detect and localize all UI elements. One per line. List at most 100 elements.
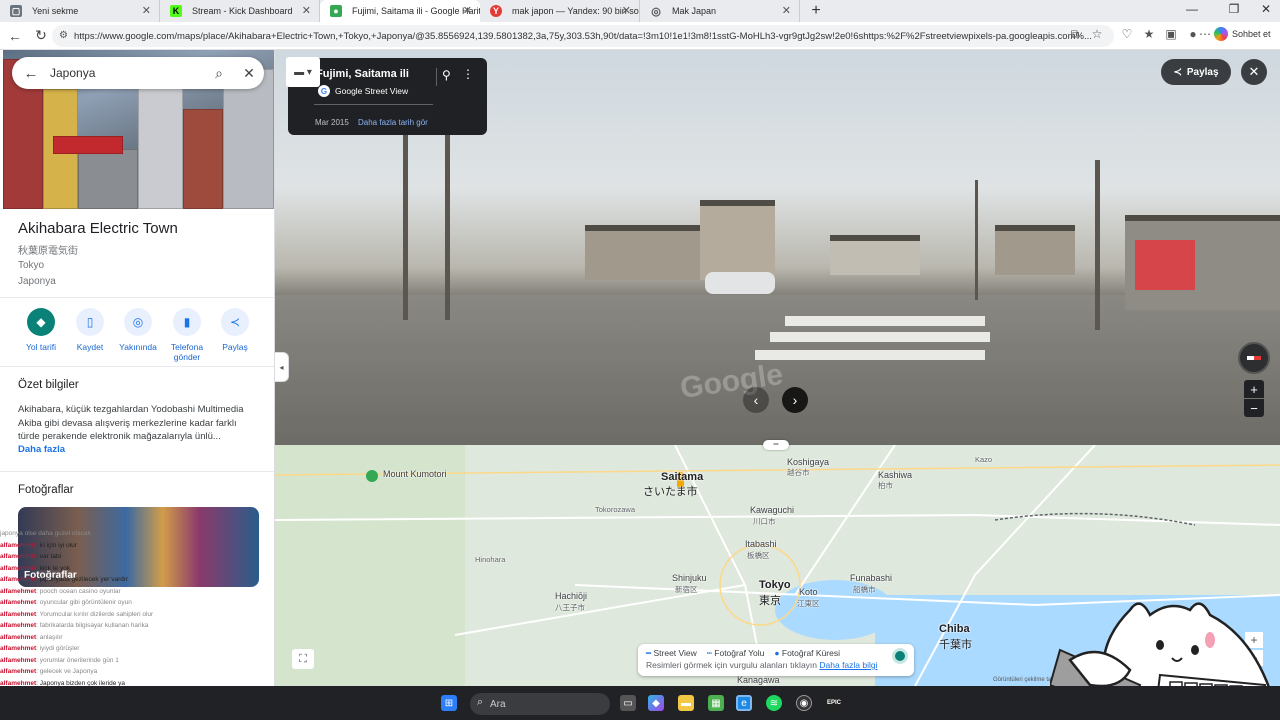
photo-sign <box>53 136 123 154</box>
chat-text: : fabrikalarda bilgisayar kullanan harik… <box>36 622 149 629</box>
task-view-icon[interactable]: ▭ <box>620 695 636 711</box>
sv-brand-label: Google Street View <box>335 86 409 96</box>
browser-essentials-icon[interactable]: ♡ <box>1118 27 1136 41</box>
map-label-itabashi[interactable]: Itabashi <box>745 539 777 549</box>
more-menu-icon[interactable]: ⋯ <box>1196 27 1214 41</box>
map-label-saitama[interactable]: Saitama <box>661 471 703 483</box>
collections-icon[interactable]: ▣ <box>1162 27 1180 41</box>
close-tab-icon[interactable]: ✕ <box>463 4 472 17</box>
tab-label: Yeni sekme <box>32 6 79 16</box>
sv-building <box>995 225 1075 275</box>
share-place-button[interactable]: ≺ Paylaş <box>210 308 260 352</box>
obs-icon[interactable]: ◉ <box>796 695 812 711</box>
copilot-icon <box>1214 27 1228 41</box>
next-arrow-icon[interactable]: › <box>782 387 808 413</box>
compass-icon[interactable] <box>1238 342 1270 374</box>
map-label-kashiwa[interactable]: Kashiwa <box>878 470 912 480</box>
resize-handle[interactable]: ═ <box>763 440 789 450</box>
tab-yandex[interactable]: Y mak japon — Yandex: 90 bin sonuç ✕ <box>480 0 640 22</box>
previous-arrow-icon[interactable]: ‹ <box>743 387 769 413</box>
mountain-poi-icon[interactable] <box>366 470 378 482</box>
share-button[interactable]: ≺ Paylaş <box>1161 59 1231 85</box>
map-label-hinohara[interactable]: Hinohara <box>475 555 505 564</box>
legend-more-info-link[interactable]: Daha fazla bilgi <box>819 660 877 670</box>
sv-more-dates-link[interactable]: Daha fazla tarih gör <box>358 118 428 127</box>
sv-crosswalk <box>755 350 985 360</box>
road <box>454 584 746 636</box>
file-explorer-icon[interactable]: ▬ <box>678 695 694 711</box>
search-input[interactable]: Japonya <box>50 66 204 80</box>
chat-text: japonya olse daha guzel olacak <box>0 530 91 537</box>
search-icon[interactable]: ⌕ <box>204 65 234 82</box>
photo-building <box>78 149 138 209</box>
map-label-chiba[interactable]: Chiba <box>939 623 970 635</box>
edge-icon[interactable]: e <box>736 695 752 711</box>
street-view-layer-toggle[interactable] <box>892 648 908 664</box>
expand-map-icon[interactable]: ⛶ <box>292 649 314 669</box>
tokyo-bay <box>775 580 895 640</box>
windows-start-icon[interactable]: ⊞ <box>441 695 457 711</box>
zoom-in-icon[interactable]: + <box>1244 380 1264 398</box>
sv-sign <box>1135 240 1195 290</box>
map-label-koshigaya[interactable]: Koshigaya <box>787 457 829 467</box>
minimize-icon[interactable]: — <box>1180 2 1204 16</box>
back-arrow-icon[interactable]: ← <box>12 65 50 82</box>
copilot-button[interactable]: Sohbet et <box>1214 27 1271 41</box>
more-options-icon[interactable]: ⋮ <box>462 67 474 81</box>
spotify-icon[interactable]: ≋ <box>766 695 782 711</box>
back-icon[interactable]: ← <box>4 28 26 44</box>
map-label-kazo[interactable]: Kazo <box>975 455 992 464</box>
tab-new-tab[interactable]: ▢ Yeni sekme ✕ <box>0 0 160 22</box>
map-label-tokorozawa[interactable]: Tokorozawa <box>595 505 635 514</box>
send-to-phone-button[interactable]: ▮ Telefona gönder <box>162 308 212 362</box>
close-tab-icon[interactable]: ✕ <box>302 4 311 17</box>
map-label-kawaguchi[interactable]: Kawaguchi <box>750 505 794 515</box>
taskbar-search[interactable]: ⌕ Ara <box>470 693 610 715</box>
sv-pole <box>445 120 450 320</box>
close-tab-icon[interactable]: ✕ <box>622 4 631 17</box>
map-label-tokyo[interactable]: Tokyo <box>759 579 791 591</box>
divider <box>0 471 274 472</box>
site-info-icon[interactable]: ⚙ <box>59 30 68 41</box>
taskbar-search-placeholder: Ara <box>490 698 506 710</box>
copilot-app-icon[interactable]: ◆ <box>648 695 664 711</box>
action-label: Yakınında <box>119 342 157 352</box>
url-field[interactable]: ⚙ https://www.google.com/maps/place/Akih… <box>52 25 1114 47</box>
ms-store-icon[interactable]: ▦ <box>708 695 724 711</box>
directions-button[interactable]: ◆ Yol tarifi <box>16 308 66 352</box>
epic-games-icon[interactable]: EPIC <box>826 695 842 711</box>
more-link[interactable]: Daha fazla <box>18 444 65 455</box>
street-view-legend: ━ Street View ┅ Fotoğraf Yolu ● Fotoğraf… <box>638 644 914 676</box>
tab-kick-dashboard[interactable]: K Stream - Kick Dashboard ✕ <box>160 0 320 22</box>
map-label-koto[interactable]: Koto <box>799 587 818 597</box>
new-tab-button[interactable]: + <box>804 2 828 20</box>
street-view-panorama[interactable]: Google Fujimi, Saitama ili G Google Stre… <box>275 50 1280 445</box>
favorite-star-icon[interactable]: ☆ <box>1088 27 1106 41</box>
minimize-panel-button[interactable]: ▬ ▾ <box>286 57 320 87</box>
chat-username: alfamehmet <box>0 599 37 606</box>
collapse-panel-button[interactable]: ◂ <box>275 352 289 382</box>
search-box[interactable]: ← Japonya ⌕ ✕ <box>12 57 264 89</box>
save-button[interactable]: ▯ Kaydet <box>65 308 115 352</box>
close-street-view-button[interactable]: ✕ <box>1241 59 1267 85</box>
install-app-icon[interactable]: ⧉ <box>1066 27 1084 42</box>
zoom-out-icon[interactable]: − <box>1244 399 1264 417</box>
nearby-button[interactable]: ◎ Yakınında <box>113 308 163 352</box>
restore-icon[interactable]: ❐ <box>1222 2 1246 16</box>
location-pin-icon[interactable]: ⚲ <box>442 68 451 82</box>
map-label-funabashi[interactable]: Funabashi <box>850 573 892 583</box>
map-label-kanagawa[interactable]: Kanagawa <box>737 675 780 685</box>
map-label-koto-jp: 江東区 <box>797 599 820 608</box>
map-label-shinjuku[interactable]: Shinjuku <box>672 573 707 583</box>
map-label-hachioji[interactable]: Hachiōji <box>555 591 587 601</box>
tab-mak-japan[interactable]: ◎ Mak Japan ✕ <box>640 0 800 22</box>
tab-google-maps[interactable]: ● Fujimi, Saitama ili - Google Harita ✕ <box>320 0 480 22</box>
close-window-icon[interactable]: ✕ <box>1254 2 1278 16</box>
close-tab-icon[interactable]: ✕ <box>142 4 151 17</box>
favorites-icon[interactable]: ★ <box>1140 27 1158 41</box>
reload-icon[interactable]: ↻ <box>30 27 52 44</box>
close-tab-icon[interactable]: ✕ <box>782 4 791 17</box>
close-icon[interactable]: ✕ <box>234 65 264 82</box>
photo-building <box>223 69 274 209</box>
map-label-mount-kumotori[interactable]: Mount Kumotori <box>383 469 447 479</box>
